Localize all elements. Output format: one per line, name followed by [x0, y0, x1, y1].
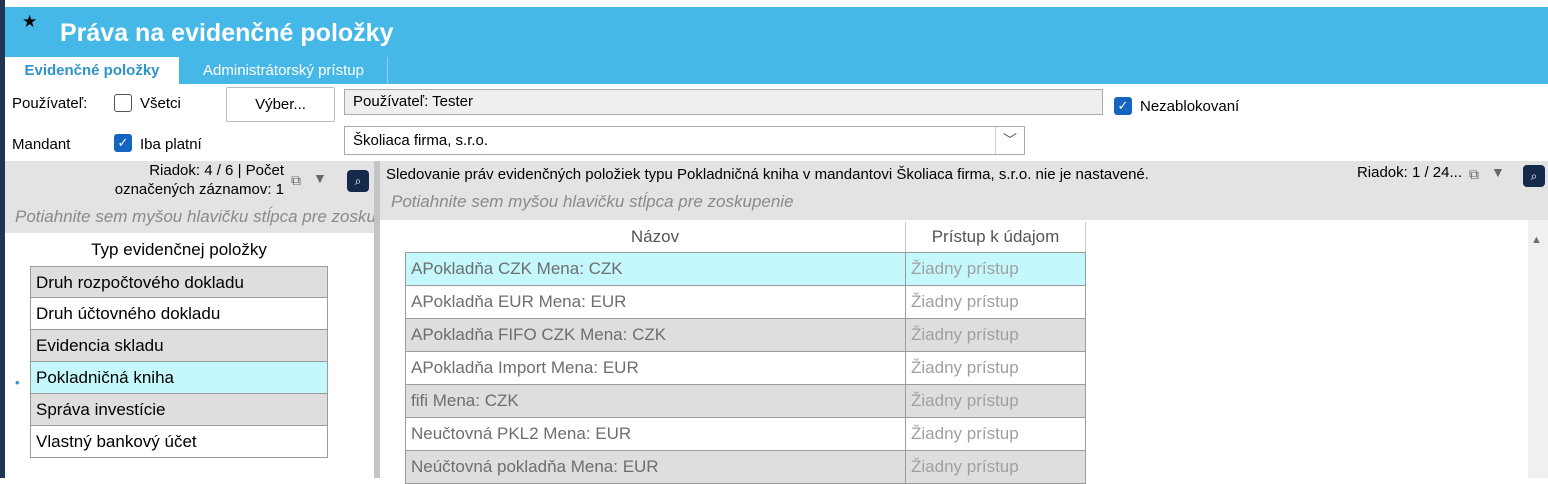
cell-name: APokladňa FIFO CZK Mena: CZK — [405, 319, 906, 352]
right-group-panel[interactable]: Potiahnite sem myšou hlavičku stĺpca pre… — [380, 187, 1548, 220]
tab-evidencne-polozky[interactable]: Evidenčné položky — [5, 57, 179, 84]
scroll-up-icon[interactable]: ▲ — [1531, 234, 1542, 246]
mandant-select[interactable]: Školiaca firma, s.r.o. — [344, 126, 1025, 155]
right-row-info: Riadok: 1 / 24... — [1356, 164, 1462, 181]
right-group-hint: Potiahnite sem myšou hlavičku stĺpca pre… — [391, 192, 794, 211]
table-row[interactable]: APokladňa CZK Mena: CZK Žiadny prístup — [405, 252, 1086, 286]
user-field[interactable]: Používateľ: Tester — [344, 89, 1103, 115]
table-row[interactable]: Vlastný bankový účet — [30, 426, 328, 458]
left-row-info-line1: Riadok: 4 / 6 | Počet — [149, 162, 284, 179]
search-lens-icon[interactable]: ⌕ — [1523, 165, 1545, 187]
column-header-pristup[interactable]: Prístup k údajom — [906, 222, 1086, 252]
cell-access[interactable]: Žiadny prístup — [906, 352, 1086, 385]
mandant-label: Mandant — [12, 136, 71, 153]
cell-access[interactable]: Žiadny prístup — [906, 418, 1086, 451]
cell-name: APokladňa CZK Mena: CZK — [405, 253, 906, 286]
current-row-marker: • — [15, 375, 20, 390]
table-row[interactable]: APokladňa Import Mena: EUR Žiadny prístu… — [405, 352, 1086, 385]
left-column-header[interactable]: Typ evidenčnej položky — [30, 233, 328, 266]
table-row[interactable]: Pokladničná kniha — [30, 362, 328, 394]
all-users-checkbox[interactable] — [114, 94, 132, 112]
cell-access[interactable]: Žiadny prístup — [906, 319, 1086, 352]
tracking-message: Sledovanie práv evidenčných položiek typ… — [386, 166, 1149, 183]
unblocked-label: Nezablokovaní — [1140, 98, 1240, 115]
table-row[interactable]: Správa investície — [30, 394, 328, 426]
left-table: Typ evidenčnej položky Druh rozpočtového… — [30, 233, 328, 458]
search-lens-icon[interactable]: ⌕ — [347, 170, 369, 192]
cell-name: Neučtovná PKL2 Mena: EUR — [405, 418, 906, 451]
table-row[interactable]: Evidencia skladu — [30, 330, 328, 362]
cell-access[interactable]: Žiadny prístup — [906, 253, 1086, 286]
cell-access[interactable]: Žiadny prístup — [906, 451, 1086, 484]
vertical-scrollbar[interactable] — [1528, 220, 1548, 478]
cell-name: APokladňa EUR Mena: EUR — [405, 286, 906, 319]
cell-name: Neúčtovná pokladňa Mena: EUR — [405, 451, 906, 484]
table-row[interactable]: APokladňa FIFO CZK Mena: CZK Žiadny prís… — [405, 319, 1086, 352]
chevron-down-icon[interactable]: ﹀ — [995, 127, 1024, 154]
unblocked-checkbox[interactable]: ✓ — [1114, 97, 1132, 115]
cell-access[interactable]: Žiadny prístup — [906, 385, 1086, 418]
table-row[interactable]: Druh účtovného dokladu — [30, 298, 328, 330]
table-row[interactable]: Neučtovná PKL2 Mena: EUR Žiadny prístup — [405, 418, 1086, 451]
right-table: Názov Prístup k údajom APokladňa CZK Men… — [405, 222, 1086, 484]
cell-name: fifi Mena: CZK — [405, 385, 906, 418]
left-group-hint: Potiahnite sem myšou hlavičku stĺpca pre… — [15, 207, 374, 226]
cell-name: APokladňa Import Mena: EUR — [405, 352, 906, 385]
all-users-label: Všetci — [140, 95, 181, 112]
export-icon[interactable]: ⧉ — [291, 172, 301, 189]
cell-access[interactable]: Žiadny prístup — [906, 286, 1086, 319]
export-icon[interactable]: ⧉ — [1469, 166, 1479, 183]
only-valid-label: Iba platní — [140, 136, 202, 153]
user-label: Používateľ: — [12, 95, 88, 112]
left-group-panel[interactable]: Potiahnite sem myšou hlavičku stĺpca pre… — [5, 201, 374, 233]
table-row[interactable]: Druh rozpočtového dokladu — [30, 266, 328, 298]
table-row[interactable]: APokladňa EUR Mena: EUR Žiadny prístup — [405, 286, 1086, 319]
star-icon[interactable]: ★ — [22, 12, 37, 32]
only-valid-checkbox[interactable]: ✓ — [114, 134, 132, 152]
filter-icon[interactable]: ▼ — [1491, 164, 1505, 180]
select-user-button[interactable]: Výber... — [226, 87, 335, 122]
filter-icon[interactable]: ▼ — [313, 170, 327, 186]
tab-administratorsky-pristup[interactable]: Administrátorský prístup — [180, 57, 388, 84]
column-header-nazov[interactable]: Názov — [405, 222, 906, 252]
table-row[interactable]: fifi Mena: CZK Žiadny prístup — [405, 385, 1086, 418]
left-row-info-line2: označených záznamov: 1 — [114, 181, 284, 198]
page-title: Práva na evidenčné položky — [60, 19, 394, 47]
right-table-header: Názov Prístup k údajom — [405, 222, 1086, 252]
table-row[interactable]: Neúčtovná pokladňa Mena: EUR Žiadny prís… — [405, 451, 1086, 484]
